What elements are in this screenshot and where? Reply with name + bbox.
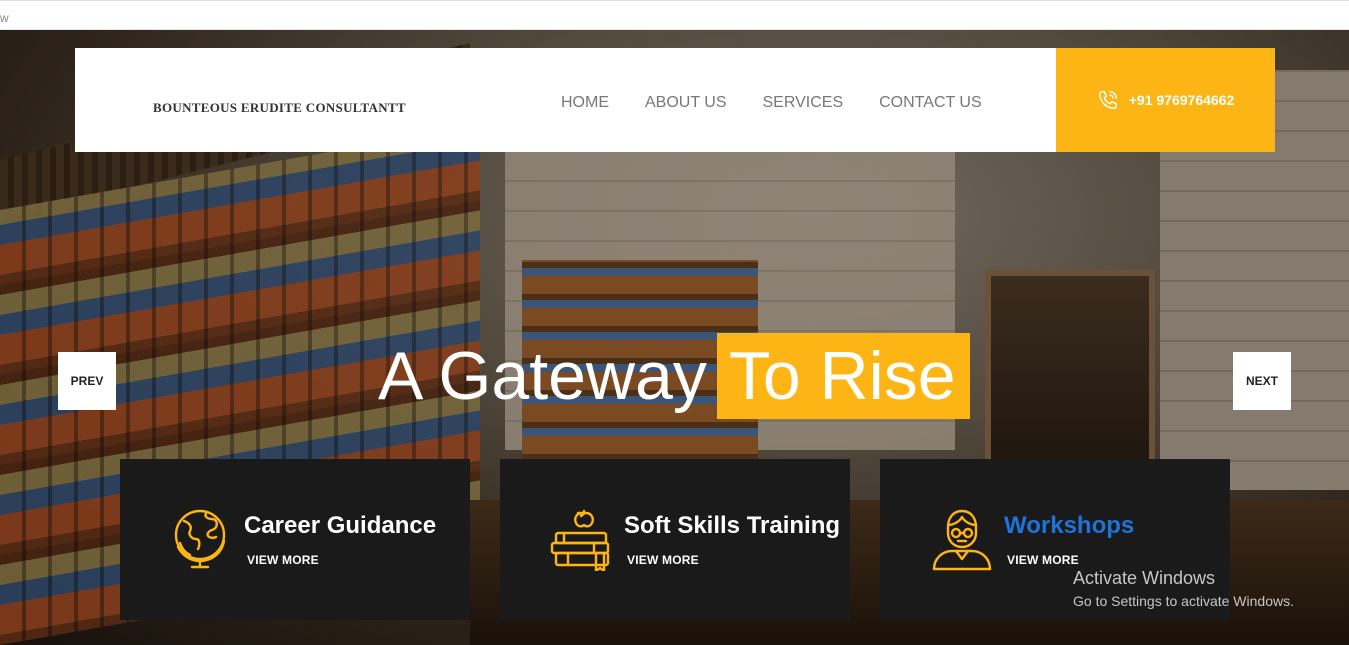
service-card-career-guidance[interactable]: Career Guidance VIEW MORE	[120, 459, 470, 620]
site-brand[interactable]: BOUNTEOUS ERUDITE CONSULTANTT	[153, 100, 406, 116]
service-card-soft-skills[interactable]: Soft Skills Training VIEW MORE	[500, 459, 850, 620]
phone-number: +91 9769764662	[1128, 92, 1235, 108]
watermark-title: Activate Windows	[1073, 568, 1216, 588]
browser-top-strip: w	[0, 0, 1349, 30]
nav-about-us[interactable]: ABOUT US	[645, 94, 727, 112]
watermark-subtitle: Go to Settings to activate Windows.	[1073, 593, 1294, 609]
phone-cta[interactable]: +91 9769764662	[1056, 48, 1275, 152]
card-title[interactable]: Soft Skills Training	[624, 512, 840, 540]
browser-strip-text: w	[0, 11, 9, 25]
nav-contact-us[interactable]: CONTACT US	[879, 94, 982, 112]
view-more-link[interactable]: VIEW MORE	[247, 553, 319, 567]
slider-next-button[interactable]: NEXT	[1233, 352, 1291, 410]
globe-icon	[174, 509, 226, 569]
books-apple-icon	[550, 509, 610, 571]
nav-home[interactable]: HOME	[561, 94, 609, 112]
view-more-link[interactable]: VIEW MORE	[1007, 553, 1079, 567]
nav-services[interactable]: SERVICES	[763, 94, 844, 112]
activate-windows-watermark: Activate Windows Go to Settings to activ…	[1073, 568, 1294, 609]
slider-prev-button[interactable]: PREV	[58, 352, 116, 410]
phone-icon	[1098, 91, 1117, 109]
card-title[interactable]: Workshops	[1004, 512, 1134, 540]
site-header: BOUNTEOUS ERUDITE CONSULTANTT HOME ABOUT…	[75, 48, 1056, 152]
view-more-link[interactable]: VIEW MORE	[627, 553, 699, 567]
hero-bg-door	[985, 270, 1155, 490]
teacher-icon	[932, 509, 992, 571]
headline-text: A Gateway	[378, 338, 707, 414]
headline-highlight: To Rise	[716, 333, 970, 419]
main-nav: HOME ABOUT US SERVICES CONTACT US	[561, 94, 982, 112]
hero-headline: A Gateway To Rise	[378, 333, 970, 419]
card-title[interactable]: Career Guidance	[244, 512, 436, 540]
